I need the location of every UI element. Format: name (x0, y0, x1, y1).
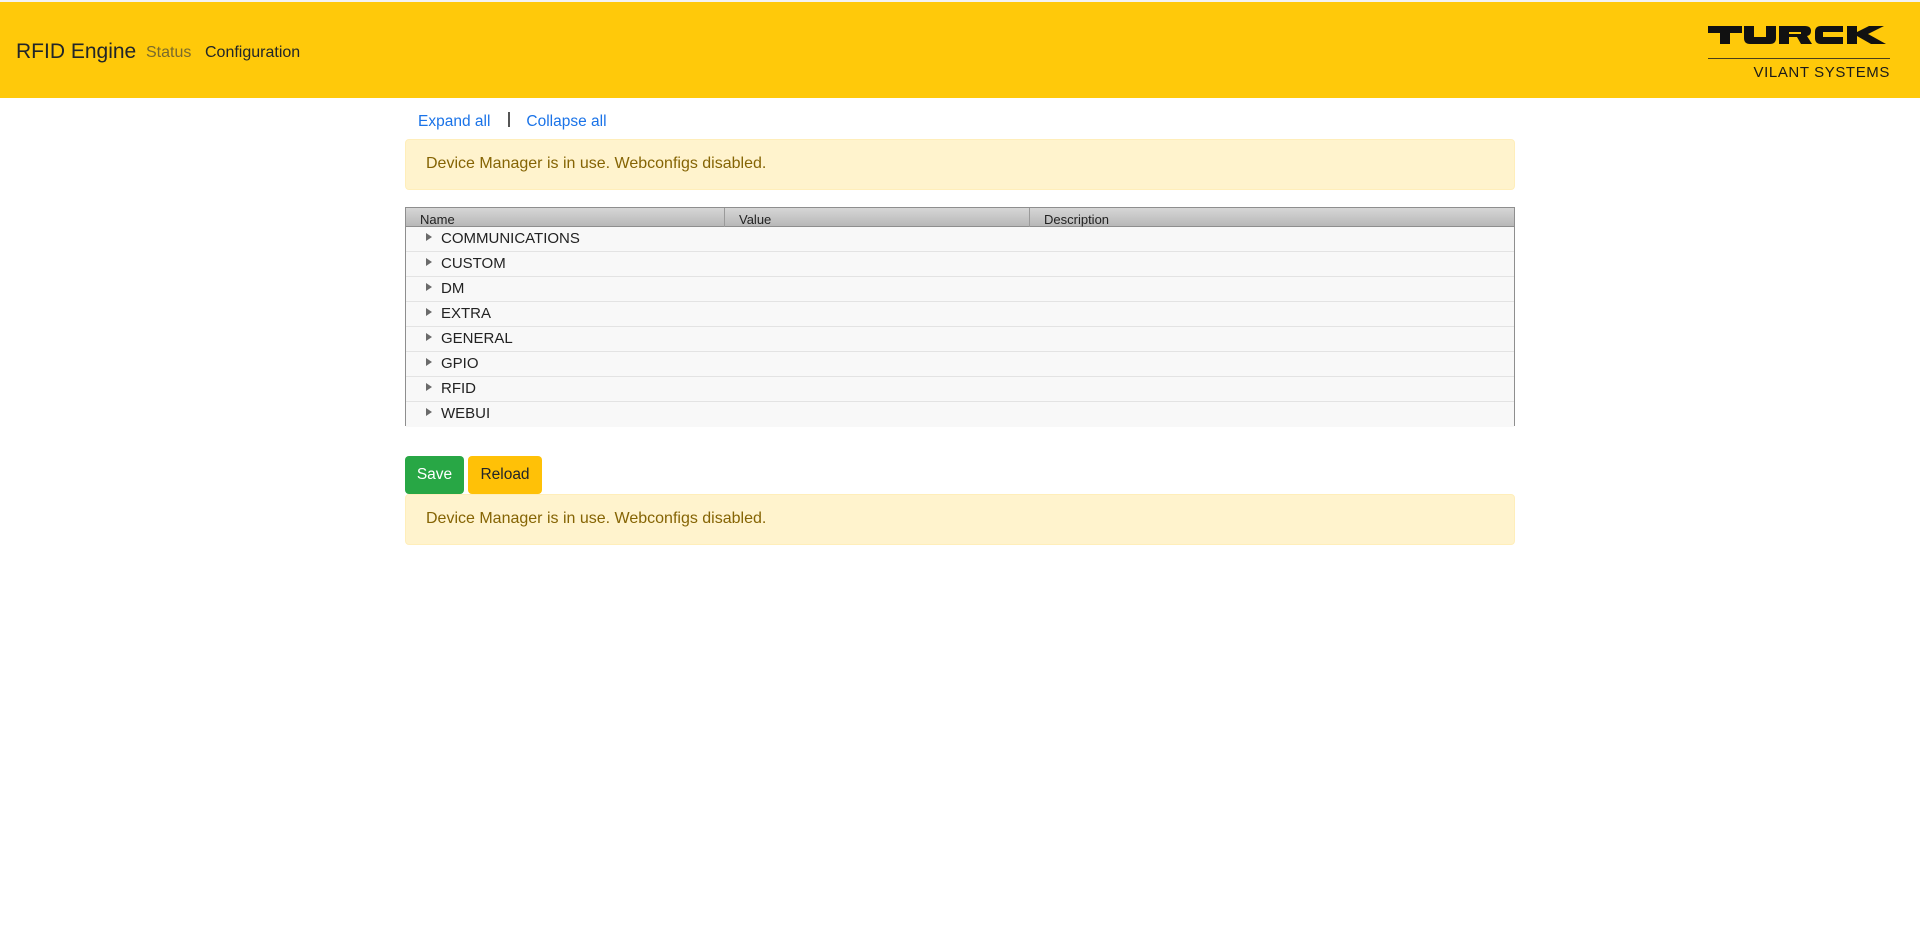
expand-collapse-bar: Expand all Collapse all (418, 112, 607, 132)
expand-arrow-icon[interactable] (426, 358, 432, 366)
expand-arrow-icon[interactable] (426, 408, 432, 416)
reload-button[interactable]: Reload (468, 456, 542, 494)
row-name: CUSTOM (441, 255, 506, 272)
config-tree-grid: Name Value Description COMMUNICATIONS CU… (405, 207, 1515, 427)
column-header-name[interactable]: Name (406, 208, 725, 227)
expand-arrow-icon[interactable] (426, 233, 432, 241)
tree-row-communications[interactable]: COMMUNICATIONS (406, 227, 1514, 252)
row-name: RFID (441, 380, 476, 397)
tree-row-general[interactable]: GENERAL (406, 327, 1514, 352)
row-name: DM (441, 280, 465, 297)
top-navbar: RFID Engine Status Configuration VILANT … (0, 0, 1920, 98)
tree-row-webui[interactable]: WEBUI (406, 402, 1514, 427)
logo-subtitle: VILANT SYSTEMS (1753, 64, 1890, 81)
tree-row-dm[interactable]: DM (406, 277, 1514, 302)
row-name: WEBUI (441, 405, 491, 422)
warning-alert-bottom: Device Manager is in use. Webconfigs dis… (405, 494, 1515, 545)
column-header-value[interactable]: Value (725, 208, 1030, 227)
expand-all-link[interactable]: Expand all (418, 113, 490, 130)
row-name: GENERAL (441, 330, 513, 347)
logo-divider (1708, 58, 1890, 59)
expand-arrow-icon[interactable] (426, 308, 432, 316)
nav-configuration-link[interactable]: Configuration (205, 43, 300, 63)
row-name: GPIO (441, 355, 479, 372)
tree-row-extra[interactable]: EXTRA (406, 302, 1514, 327)
nav-status-link[interactable]: Status (146, 43, 191, 63)
expand-arrow-icon[interactable] (426, 258, 432, 266)
turck-vilant-logo: VILANT SYSTEMS (1708, 24, 1890, 82)
row-name: COMMUNICATIONS (441, 230, 580, 247)
warning-alert-top: Device Manager is in use. Webconfigs dis… (405, 139, 1515, 190)
save-button[interactable]: Save (405, 456, 464, 494)
expand-arrow-icon[interactable] (426, 333, 432, 341)
tree-row-custom[interactable]: CUSTOM (406, 252, 1514, 277)
turck-wordmark-logo (1708, 26, 1886, 44)
expand-arrow-icon[interactable] (426, 283, 432, 291)
row-name: EXTRA (441, 305, 492, 322)
tree-row-rfid[interactable]: RFID (406, 377, 1514, 402)
separator (508, 112, 511, 127)
expand-arrow-icon[interactable] (426, 383, 432, 391)
column-header-description[interactable]: Description (1030, 208, 1514, 227)
grid-header: Name Value Description (406, 208, 1514, 227)
brand-link[interactable]: RFID Engine (16, 40, 136, 64)
tree-row-gpio[interactable]: GPIO (406, 352, 1514, 377)
collapse-all-link[interactable]: Collapse all (526, 113, 606, 130)
